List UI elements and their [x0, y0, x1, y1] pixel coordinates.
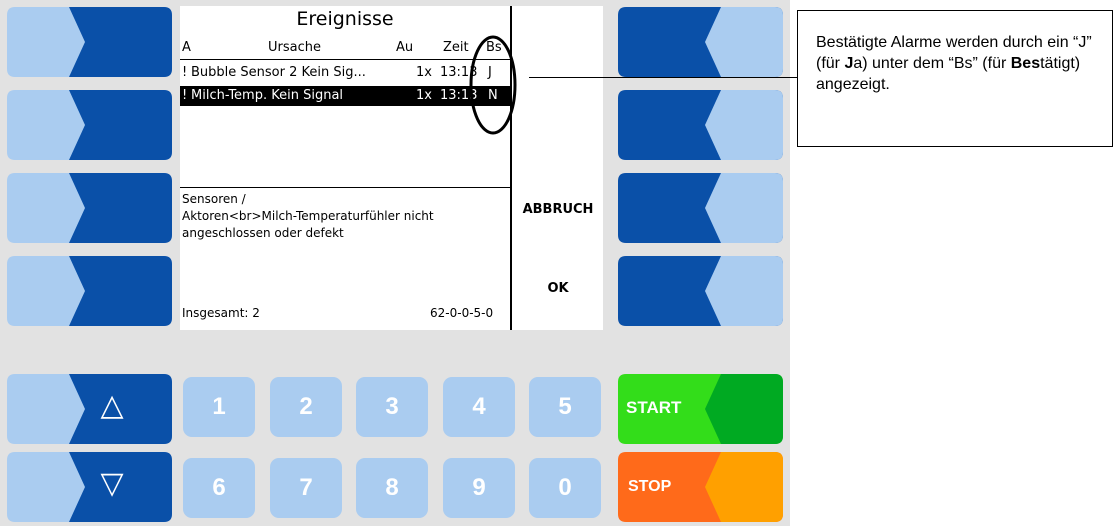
number-key-8[interactable]: 8: [356, 458, 428, 518]
page-title: Ereignisse: [296, 8, 394, 30]
row-cause: Bubble Sensor 2 Kein Sig...: [191, 65, 366, 80]
abbruch-label: ABBRUCH: [522, 202, 594, 217]
lcd-screen: Ereignisse A Ursache Au Zeit Bs ! Bubble…: [180, 6, 603, 330]
number-key-7[interactable]: 7: [270, 458, 342, 518]
device-panel: Ereignisse A Ursache Au Zeit Bs ! Bubble…: [0, 0, 790, 526]
stop-button[interactable]: STOP: [618, 452, 783, 522]
left-softkey-1[interactable]: [7, 7, 172, 77]
triangle-down-icon: ▽: [100, 466, 124, 501]
event-code: 62-0-0-5-0: [430, 306, 494, 320]
triangle-up-icon: △: [100, 388, 124, 423]
row-count: 1x: [416, 65, 432, 80]
arrow-down-button[interactable]: ▽: [7, 452, 172, 522]
column-header-a: A: [182, 40, 191, 55]
number-key-9[interactable]: 9: [443, 458, 515, 518]
left-softkey-3[interactable]: [7, 173, 172, 243]
ok-label: OK: [547, 281, 569, 296]
row-alarm-flag: !: [182, 65, 188, 80]
number-key-2[interactable]: 2: [270, 377, 342, 437]
right-softkey-ok[interactable]: [618, 256, 783, 326]
total-count: Insgesamt: 2: [182, 306, 260, 320]
number-key-0[interactable]: 0: [529, 458, 601, 518]
start-button[interactable]: START: [618, 374, 783, 444]
arrow-up-button[interactable]: △: [7, 374, 172, 444]
callout-text-2: a) unter dem “Bs” (für: [853, 55, 1011, 72]
event-list-panel: Ereignisse A Ursache Au Zeit Bs ! Bubble…: [180, 6, 512, 330]
column-header-au: Au: [396, 40, 414, 55]
number-key-4[interactable]: 4: [443, 377, 515, 437]
number-key-1[interactable]: 1: [183, 377, 255, 437]
detail-line-3: angeschlossen oder defekt: [182, 226, 344, 240]
callout-connector-line: [529, 77, 797, 78]
event-row-1[interactable]: ! Bubble Sensor 2 Kein Sig... 1x 13:13 J: [180, 63, 510, 83]
highlight-ellipse: [469, 35, 517, 135]
callout-box: Bestätigte Alarme werden durch ein “J” (…: [797, 10, 1113, 147]
stop-label: STOP: [628, 478, 672, 495]
header-divider: [180, 59, 510, 60]
row-alarm-flag: !: [182, 88, 188, 103]
right-softkey-abbruch[interactable]: [618, 173, 783, 243]
number-key-6[interactable]: 6: [183, 458, 255, 518]
detail-line-2: Aktoren<br>Milch-Temperaturfühler nicht: [182, 209, 434, 223]
right-softkey-2[interactable]: [618, 90, 783, 160]
event-row-2-selected[interactable]: ! Milch-Temp. Kein Signal 1x 13:13 N: [180, 86, 510, 106]
left-softkey-4[interactable]: [7, 256, 172, 326]
column-header-zeit: Zeit: [443, 40, 469, 55]
left-softkey-2[interactable]: [7, 90, 172, 160]
row-count: 1x: [416, 88, 432, 103]
column-header-ursache: Ursache: [268, 40, 321, 55]
detail-line-1: Sensoren /: [182, 192, 246, 206]
row-cause: Milch-Temp. Kein Signal: [191, 88, 344, 103]
number-key-3[interactable]: 3: [356, 377, 428, 437]
callout-bold-2: Bes: [1010, 55, 1041, 72]
detail-divider: [180, 187, 510, 188]
right-softkey-1[interactable]: [618, 7, 783, 77]
number-key-5[interactable]: 5: [529, 377, 601, 437]
start-label: START: [626, 398, 682, 417]
